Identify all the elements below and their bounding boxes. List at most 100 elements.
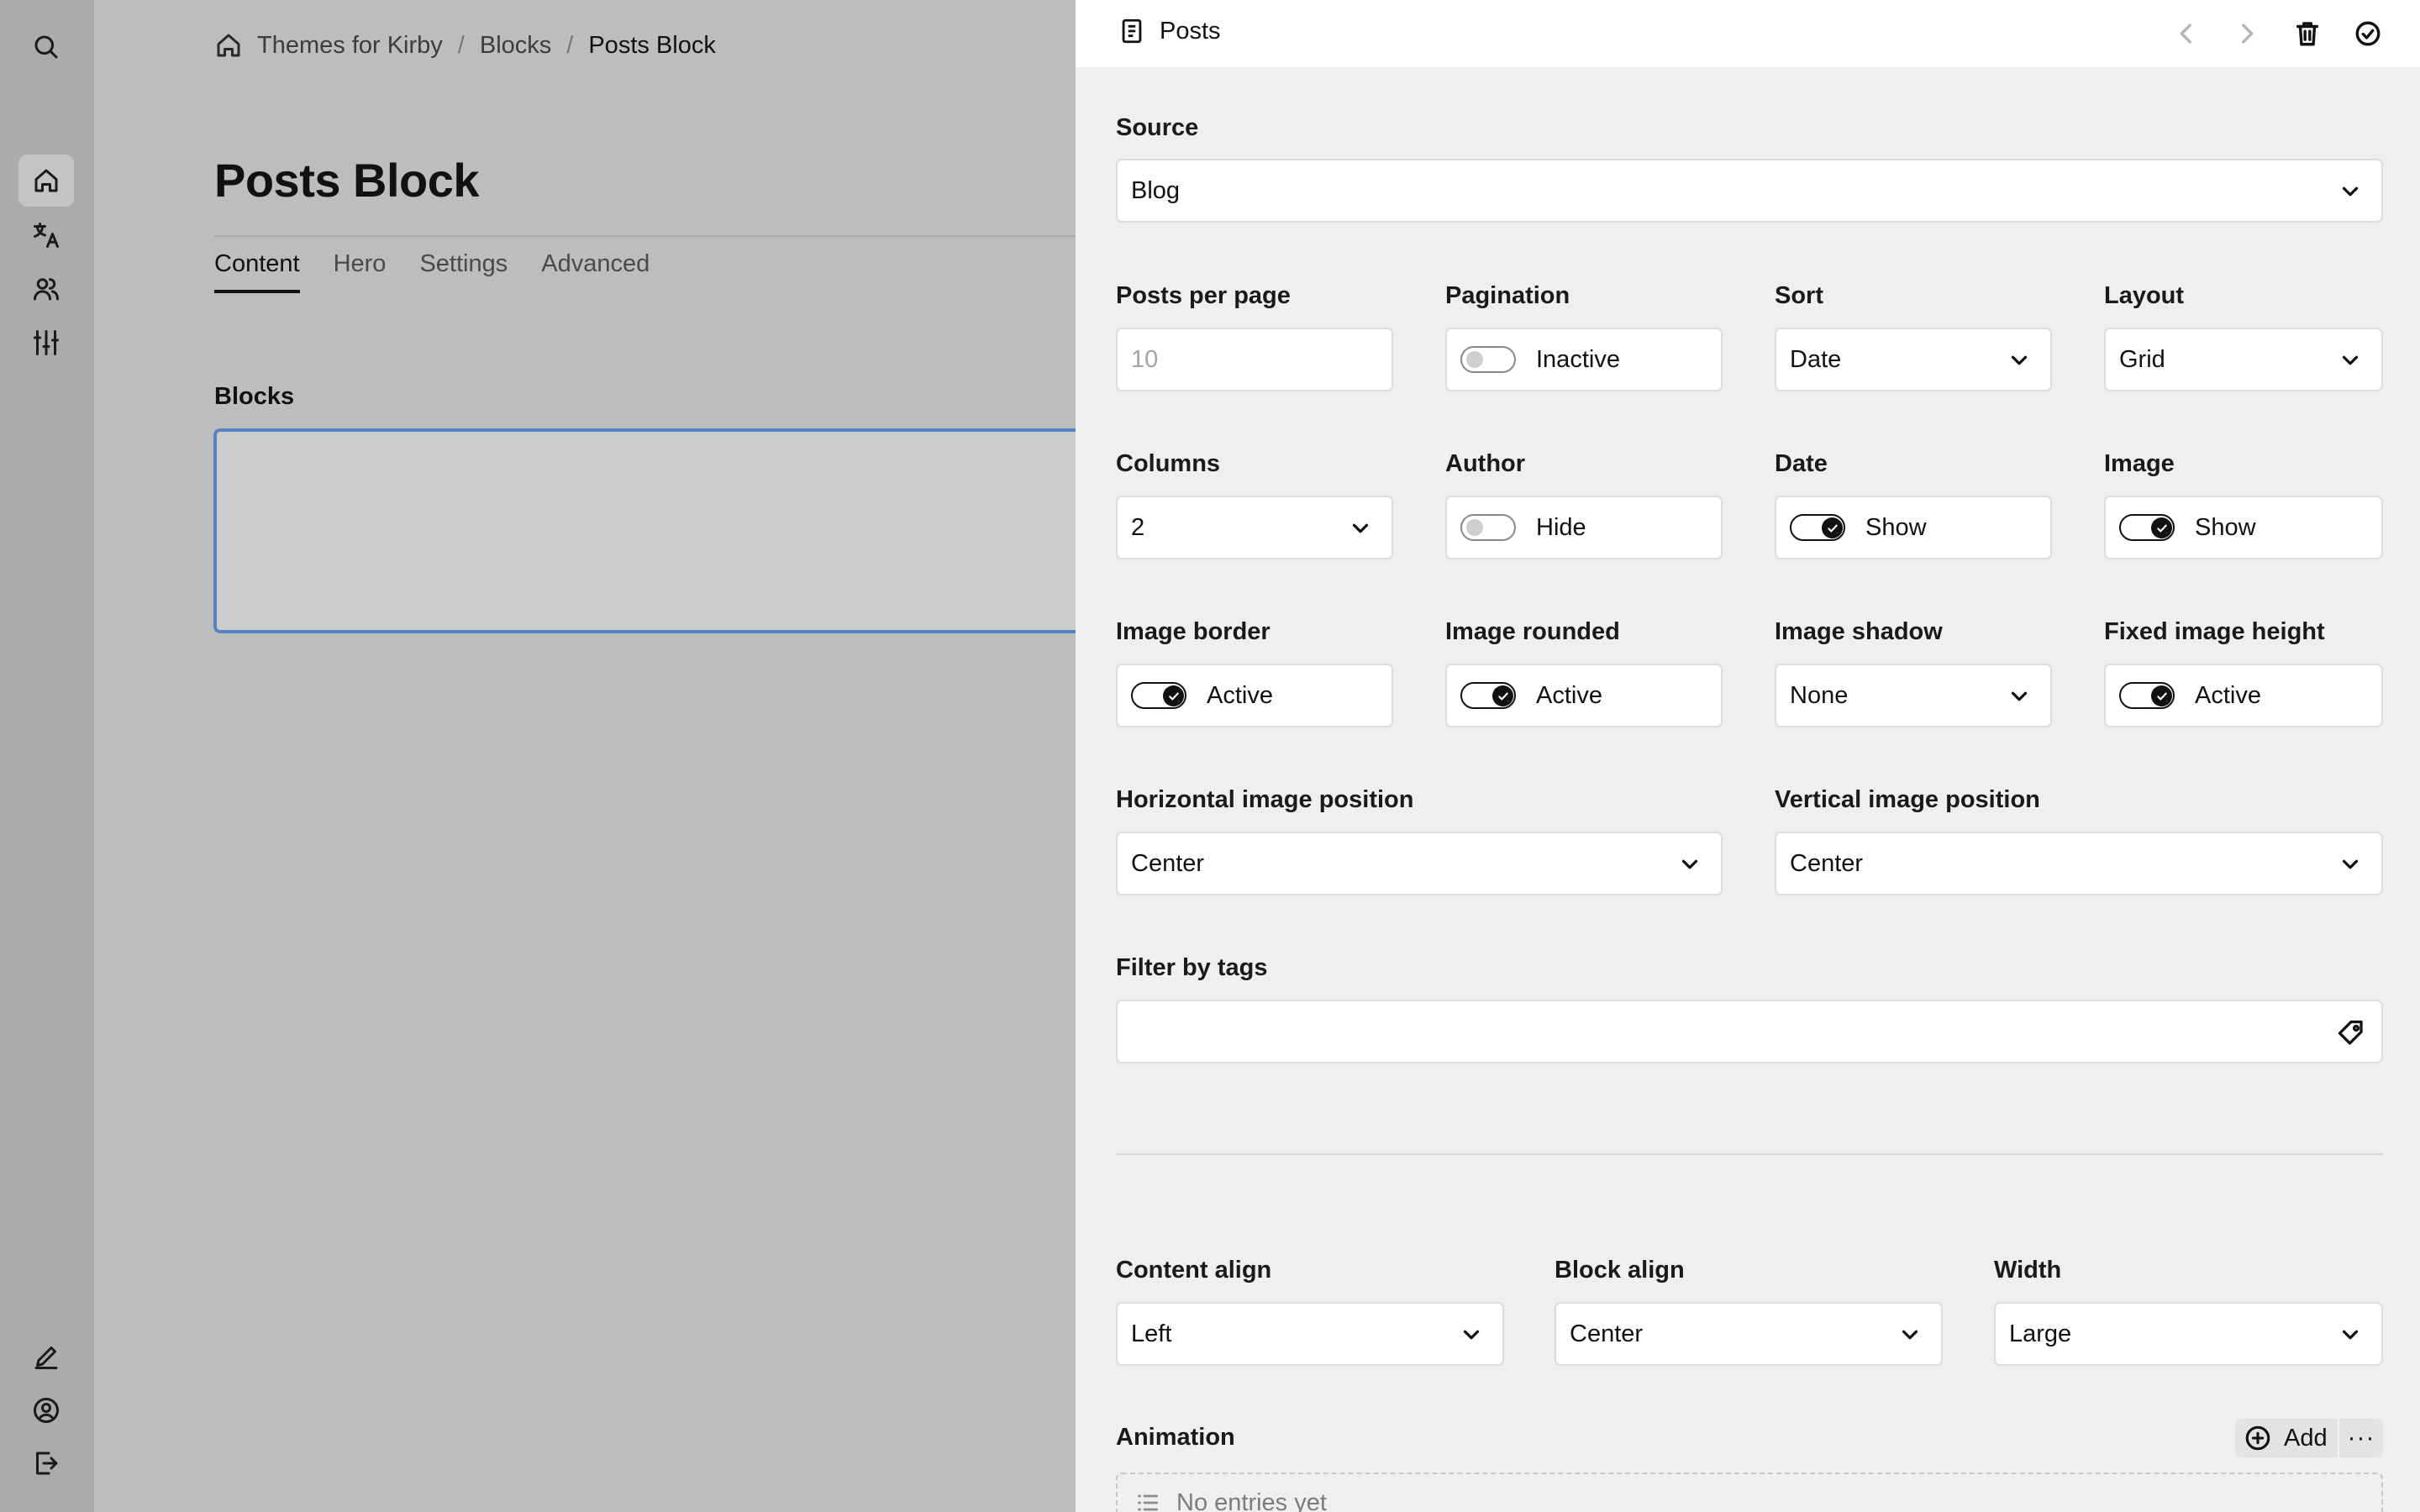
settings-sliders-icon	[34, 330, 59, 355]
filter-by-tags-input[interactable]	[1116, 1000, 2383, 1063]
image-border-value: Active	[1207, 681, 1273, 709]
menu-item-logout[interactable]	[18, 1437, 74, 1489]
toggle-switch[interactable]	[1460, 514, 1516, 541]
check-icon	[2156, 524, 2167, 532]
next-block-button[interactable]	[2228, 15, 2265, 52]
toggle-switch[interactable]	[2119, 514, 2175, 541]
menu-item-site[interactable]	[18, 155, 74, 207]
menu-item-changes[interactable]	[18, 1331, 74, 1383]
tab-content[interactable]: Content	[214, 250, 300, 293]
chevron-down-icon	[1459, 1322, 1484, 1347]
animation-empty-text: No entries yet	[1176, 1489, 1327, 1512]
animation-actions: Add ···	[2235, 1419, 2383, 1457]
image-shadow-value: None	[1790, 681, 1849, 709]
search-icon	[34, 35, 58, 59]
source-select[interactable]: Blog	[1116, 159, 2383, 223]
posts-per-page-input[interactable]: 10	[1116, 328, 1393, 391]
chevron-down-icon	[2338, 179, 2363, 204]
breadcrumb-separator: /	[566, 31, 574, 59]
tag-icon	[2336, 1018, 2366, 1048]
search-button[interactable]	[18, 21, 74, 73]
horizontal-image-position-label: Horizontal image position	[1116, 786, 1414, 813]
toggle-switch[interactable]	[1460, 682, 1516, 709]
image-rounded-toggle[interactable]: Active	[1445, 664, 1723, 727]
tab-settings[interactable]: Settings	[419, 250, 508, 293]
menu-item-users[interactable]	[18, 263, 74, 315]
source-label: Source	[1116, 114, 1199, 141]
horizontal-image-position-select[interactable]: Center	[1116, 832, 1723, 895]
fixed-image-height-toggle[interactable]: Active	[2104, 664, 2383, 727]
trash-icon	[2296, 22, 2319, 46]
blocks-field-label: Blocks	[214, 383, 295, 410]
translate-icon	[34, 223, 59, 248]
columns-label: Columns	[1116, 450, 1221, 477]
sort-select[interactable]: Date	[1775, 328, 2052, 391]
page-tabs: Content Hero Settings Advanced	[214, 250, 650, 293]
width-select[interactable]: Large	[1994, 1302, 2383, 1366]
list-icon	[1138, 1494, 1158, 1511]
breadcrumb-separator: /	[457, 31, 465, 59]
home-icon[interactable]	[213, 30, 244, 60]
document-icon	[1122, 18, 1142, 44]
block-align-select[interactable]: Center	[1555, 1302, 1943, 1366]
image-shadow-select[interactable]: None	[1775, 664, 2052, 727]
block-align-value: Center	[1570, 1320, 1644, 1347]
pagination-toggle[interactable]: Inactive	[1445, 328, 1723, 391]
columns-value: 2	[1131, 513, 1145, 541]
chevron-down-icon	[2338, 1322, 2363, 1347]
width-label: Width	[1994, 1257, 2062, 1284]
date-toggle[interactable]: Show	[1775, 496, 2052, 559]
sort-label: Sort	[1775, 282, 1823, 309]
logout-icon	[36, 1452, 58, 1475]
image-border-toggle[interactable]: Active	[1116, 664, 1393, 727]
animation-more-button[interactable]: ···	[2339, 1424, 2383, 1452]
tab-hero[interactable]: Hero	[334, 250, 387, 293]
blocks-field-selected-block[interactable]	[213, 428, 1076, 633]
animation-empty-state[interactable]: No entries yet	[1116, 1473, 2383, 1512]
posts-per-page-label: Posts per page	[1116, 282, 1291, 309]
page-title: Posts Block	[214, 154, 480, 207]
image-shadow-label: Image shadow	[1775, 618, 1943, 645]
pagination-label: Pagination	[1445, 282, 1570, 309]
breadcrumb-item-site[interactable]: Themes for Kirby	[257, 32, 443, 60]
columns-select[interactable]: 2	[1116, 496, 1393, 559]
delete-block-button[interactable]	[2289, 15, 2326, 52]
block-align-label: Block align	[1555, 1257, 1685, 1284]
fixed-image-height-value: Active	[2195, 681, 2261, 709]
toggle-switch[interactable]	[2119, 682, 2175, 709]
menu-item-languages[interactable]	[18, 209, 74, 261]
prev-block-button[interactable]	[2168, 15, 2205, 52]
content-align-label: Content align	[1116, 1257, 1272, 1284]
breadcrumb-item-current[interactable]: Posts Block	[588, 32, 716, 60]
breadcrumb-item-blocks[interactable]: Blocks	[480, 32, 551, 60]
menu-item-account[interactable]	[18, 1384, 74, 1436]
toggle-switch[interactable]	[1790, 514, 1845, 541]
author-toggle[interactable]: Hide	[1445, 496, 1723, 559]
drawer-title-text: Posts	[1160, 17, 1221, 45]
tab-advanced[interactable]: Advanced	[541, 250, 650, 293]
edit-icon	[34, 1347, 58, 1369]
vertical-image-position-select[interactable]: Center	[1775, 832, 2383, 895]
toggle-switch[interactable]	[1460, 346, 1516, 373]
chevron-down-icon	[2007, 684, 2032, 709]
check-icon	[1497, 692, 1508, 700]
image-toggle[interactable]: Show	[2104, 496, 2383, 559]
chevron-left-icon	[2180, 24, 2191, 44]
pagination-value: Inactive	[1536, 345, 1620, 373]
toggle-switch[interactable]	[1131, 682, 1186, 709]
author-label: Author	[1445, 450, 1526, 477]
layout-value: Grid	[2119, 345, 2165, 373]
content-align-select[interactable]: Left	[1116, 1302, 1504, 1366]
check-circle-icon	[2355, 21, 2381, 46]
layout-select[interactable]: Grid	[2104, 328, 2383, 391]
content-align-value: Left	[1131, 1320, 1172, 1347]
fixed-image-height-label: Fixed image height	[2104, 618, 2325, 645]
users-icon	[34, 278, 59, 301]
image-border-label: Image border	[1116, 618, 1270, 645]
image-rounded-label: Image rounded	[1445, 618, 1620, 645]
menu-item-system[interactable]	[18, 317, 74, 369]
animation-add-button[interactable]: Add	[2235, 1419, 2339, 1457]
vertical-image-position-label: Vertical image position	[1775, 786, 2040, 813]
header-divider	[214, 235, 1076, 237]
confirm-block-button[interactable]	[2349, 15, 2386, 52]
